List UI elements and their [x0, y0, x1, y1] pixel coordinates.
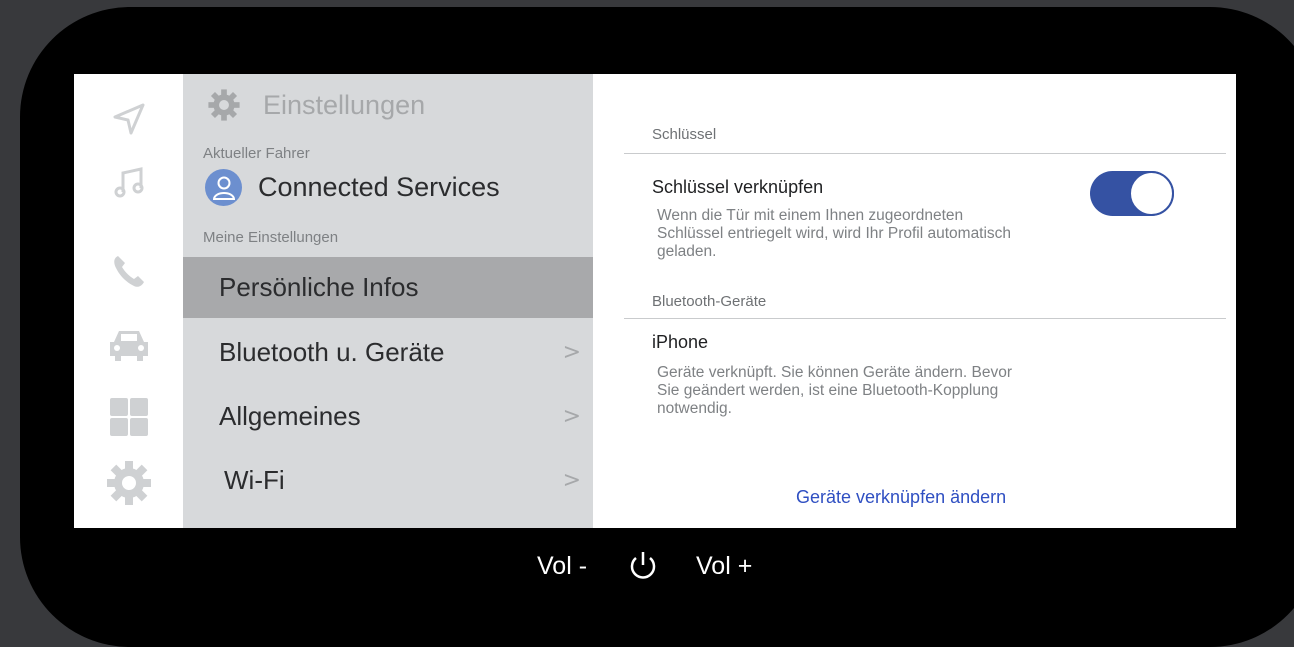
car-icon[interactable]: [104, 320, 154, 370]
key-link-description: Wenn die Tür mit einem Ihnen zugeordnete…: [657, 207, 1012, 260]
key-link-title: Schlüssel verknüpfen: [652, 177, 824, 197]
chevron-right-icon: >: [562, 468, 581, 493]
settings-gear-icon: [208, 89, 240, 121]
power-button[interactable]: [627, 550, 659, 587]
change-device-link[interactable]: Geräte verknüpfen ändern: [796, 487, 1006, 508]
menu-title-text: Einstellungen: [263, 89, 426, 120]
section-header-bluetooth: Bluetooth-Geräte: [652, 293, 767, 310]
phone-icon[interactable]: [104, 246, 154, 296]
menu-item-label: Persönliche Infos: [219, 272, 419, 302]
menu-item-bluetooth[interactable]: Bluetooth u. Geräte >: [183, 322, 593, 383]
menu-item-label: Wi-Fi: [224, 465, 285, 495]
settings-gear-icon[interactable]: [104, 458, 154, 508]
user-icon: [212, 176, 235, 200]
content-pane: Schlüssel Schlüssel verknüpfen Wenn die …: [593, 74, 1236, 528]
menu-item-label: Allgemeines: [219, 401, 361, 431]
my-settings-label: Meine Einstellungen: [203, 229, 339, 246]
menu-item-personal-info[interactable]: Persönliche Infos: [183, 257, 593, 318]
chevron-right-icon: >: [562, 404, 581, 429]
driver-profile[interactable]: Connected Services: [205, 169, 500, 206]
section-header-key: Schlüssel: [652, 126, 717, 143]
menu-title: Einstellungen: [207, 88, 425, 122]
menu-item-general[interactable]: Allgemeines >: [183, 386, 593, 447]
toggle-knob: [1129, 171, 1174, 216]
settings-menu: Einstellungen Aktueller Fahrer Connected…: [183, 74, 593, 528]
infotainment-screen: Einstellungen Aktueller Fahrer Connected…: [74, 74, 1236, 528]
chevron-right-icon: >: [562, 340, 581, 365]
current-driver-label: Aktueller Fahrer: [203, 145, 310, 162]
navigation-icon[interactable]: [104, 94, 154, 144]
music-icon[interactable]: [104, 158, 154, 208]
divider: [624, 318, 1226, 319]
volume-down-button[interactable]: Vol -: [537, 552, 587, 581]
app-rail: [74, 74, 183, 528]
apps-grid-icon[interactable]: [104, 392, 154, 442]
menu-item-label: Bluetooth u. Geräte: [219, 337, 445, 367]
avatar: [205, 169, 242, 206]
power-icon: [630, 552, 656, 579]
volume-up-button[interactable]: Vol +: [696, 552, 752, 581]
menu-item-wifi[interactable]: Wi-Fi >: [183, 450, 593, 511]
device-description: Geräte verknüpft. Sie können Geräte ände…: [657, 364, 1012, 417]
divider: [624, 153, 1226, 154]
device-name[interactable]: iPhone: [652, 332, 708, 353]
key-link-toggle[interactable]: [1090, 171, 1174, 216]
driver-name: Connected Services: [258, 172, 500, 202]
